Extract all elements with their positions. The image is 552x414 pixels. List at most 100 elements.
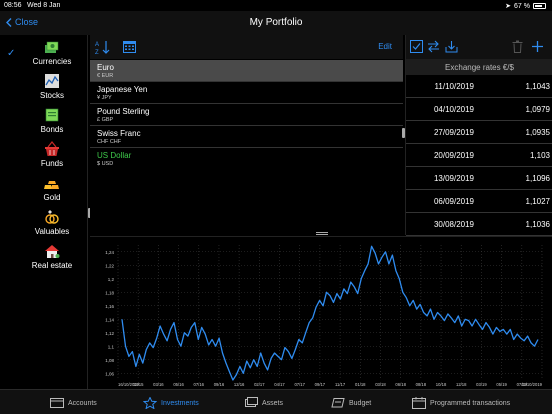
- rate-date: 27/09/2019: [433, 128, 474, 137]
- rate-row[interactable]: 06/09/2019 1,1027: [406, 190, 552, 213]
- x-tick-label: 04/17: [274, 382, 285, 387]
- asset-code: $ USD: [97, 161, 114, 167]
- category-label: Funds: [40, 159, 64, 168]
- tab-bar: Accounts Investments Assets Budget Progr…: [0, 389, 552, 414]
- x-tick-label: 10/18: [436, 382, 447, 387]
- investments-icon: [143, 397, 157, 409]
- asset-name: US Dollar: [97, 151, 132, 160]
- bonds-icon: [45, 108, 59, 122]
- accounts-icon: [50, 398, 64, 408]
- tab-programmed-transactions[interactable]: Programmed transactions: [412, 395, 510, 411]
- x-tick-label: 05/16: [173, 382, 184, 387]
- y-tick-label: 1,16: [105, 304, 114, 309]
- rate-row[interactable]: 30/08/2019 1,1036: [406, 213, 552, 236]
- currencies-icon: [45, 41, 59, 53]
- asset-row-euro[interactable]: Euro € EUR: [90, 60, 403, 82]
- tab-investments[interactable]: Investments: [143, 395, 199, 411]
- x-tick-label: 11/10/2019: [521, 382, 542, 387]
- y-tick-label: 1,2: [108, 277, 115, 282]
- checkbox-icon[interactable]: [410, 40, 423, 53]
- asset-row-franc[interactable]: Swiss Franc CHF CHF: [90, 126, 403, 148]
- svg-text:A: A: [95, 42, 99, 48]
- status-date: Wed 8 Jan: [27, 2, 61, 9]
- asset-code: CHF CHF: [97, 139, 122, 145]
- rate-row[interactable]: 27/09/2019 1,0935: [406, 121, 552, 144]
- line-chart: 1,061,081,11,121,141,161,181,21,221,2416…: [105, 245, 543, 387]
- exchange-rates-panel: Exchange rates €/$ 11/10/2019 1,1043 04/1…: [405, 35, 552, 236]
- category-label: Currencies: [32, 57, 72, 66]
- category-funds[interactable]: Funds: [0, 139, 88, 173]
- sort-az-icon[interactable]: AZ: [95, 39, 111, 55]
- asset-row-pound[interactable]: Pound Sterling £ GBP: [90, 104, 403, 126]
- rate-value: 1,0935: [525, 128, 550, 137]
- x-tick-label: 12/16: [234, 382, 245, 387]
- page-title: My Portfolio: [249, 17, 303, 28]
- download-icon[interactable]: [445, 40, 458, 53]
- category-gold[interactable]: Gold: [0, 173, 88, 207]
- category-label: Valuables: [34, 227, 70, 236]
- category-bonds[interactable]: Bonds: [0, 105, 88, 139]
- rate-row[interactable]: 20/09/2019 1,103: [406, 144, 552, 167]
- category-label: Gold: [43, 193, 61, 202]
- rate-value: 1,1036: [525, 220, 550, 229]
- asset-code: € EUR: [97, 73, 114, 79]
- asset-name: Swiss Franc: [97, 129, 141, 138]
- stocks-icon: [45, 74, 59, 88]
- battery-percent: 67 %: [514, 2, 530, 10]
- x-tick-label: 03/16: [153, 382, 164, 387]
- asset-name: Japanese Yen: [97, 85, 148, 94]
- y-tick-label: 1,06: [105, 371, 114, 376]
- nav-bar: Close My Portfolio: [0, 11, 552, 35]
- x-tick-label: 07/16: [194, 382, 205, 387]
- asset-row-yen[interactable]: Japanese Yen ¥ JPY: [90, 82, 403, 104]
- tab-label: Accounts: [68, 399, 97, 407]
- x-tick-label: 08/18: [416, 382, 427, 387]
- swap-arrows-icon[interactable]: [427, 40, 440, 53]
- funds-basket-icon: [45, 141, 59, 156]
- x-tick-label: 01/18: [355, 382, 366, 387]
- asset-code: £ GBP: [97, 117, 114, 123]
- add-icon[interactable]: [531, 40, 544, 53]
- rings-icon: [45, 210, 59, 224]
- category-real-estate[interactable]: Real estate: [0, 241, 88, 275]
- asset-name: Pound Sterling: [97, 107, 150, 116]
- tab-accounts[interactable]: Accounts: [50, 395, 97, 411]
- trash-icon[interactable]: [511, 40, 524, 53]
- asset-row-dollar[interactable]: US Dollar $ USD: [90, 148, 403, 170]
- tab-assets[interactable]: Assets: [244, 395, 283, 411]
- rate-date: 11/10/2019: [434, 82, 474, 91]
- x-tick-label: 09/16: [214, 382, 225, 387]
- rate-row[interactable]: 13/09/2019 1,1096: [406, 167, 552, 190]
- rate-date: 30/08/2019: [433, 220, 474, 229]
- asset-toolbar: AZ Edit: [90, 35, 403, 59]
- edit-button[interactable]: Edit: [378, 42, 392, 51]
- category-label: Real estate: [31, 261, 73, 270]
- category-stocks[interactable]: Stocks: [0, 71, 88, 105]
- rate-value: 1,103: [529, 151, 550, 160]
- gold-bars-icon: [44, 181, 59, 189]
- calendar-grid-icon[interactable]: [123, 40, 136, 53]
- rate-row[interactable]: 11/10/2019 1,1043: [406, 75, 552, 98]
- budget-icon: [331, 398, 345, 408]
- assets-icon: [245, 397, 258, 407]
- x-tick-label: 12/18: [456, 382, 467, 387]
- status-right: ➤ 67 %: [505, 2, 546, 10]
- x-tick-label: 12/15: [133, 382, 144, 387]
- asset-code: ¥ JPY: [97, 95, 112, 101]
- y-tick-label: 1,18: [105, 290, 114, 295]
- category-label: Bonds: [40, 125, 64, 134]
- calendar-icon: [412, 397, 426, 409]
- rate-row[interactable]: 04/10/2019 1,0979: [406, 98, 552, 121]
- rates-header: Exchange rates €/$: [406, 59, 552, 75]
- tab-budget[interactable]: Budget: [331, 395, 371, 411]
- battery-icon: [533, 3, 546, 9]
- house-icon: [45, 245, 60, 258]
- rate-value: 1,1027: [525, 197, 550, 206]
- asset-name: Euro: [97, 63, 114, 72]
- category-valuables[interactable]: Valuables: [0, 207, 88, 241]
- x-tick-label: 02/17: [254, 382, 265, 387]
- chart-resize-grip[interactable]: [316, 232, 328, 235]
- x-tick-label: 09/17: [315, 382, 326, 387]
- category-currencies[interactable]: ✓ Currencies: [0, 37, 88, 71]
- rate-date: 20/09/2019: [433, 151, 474, 160]
